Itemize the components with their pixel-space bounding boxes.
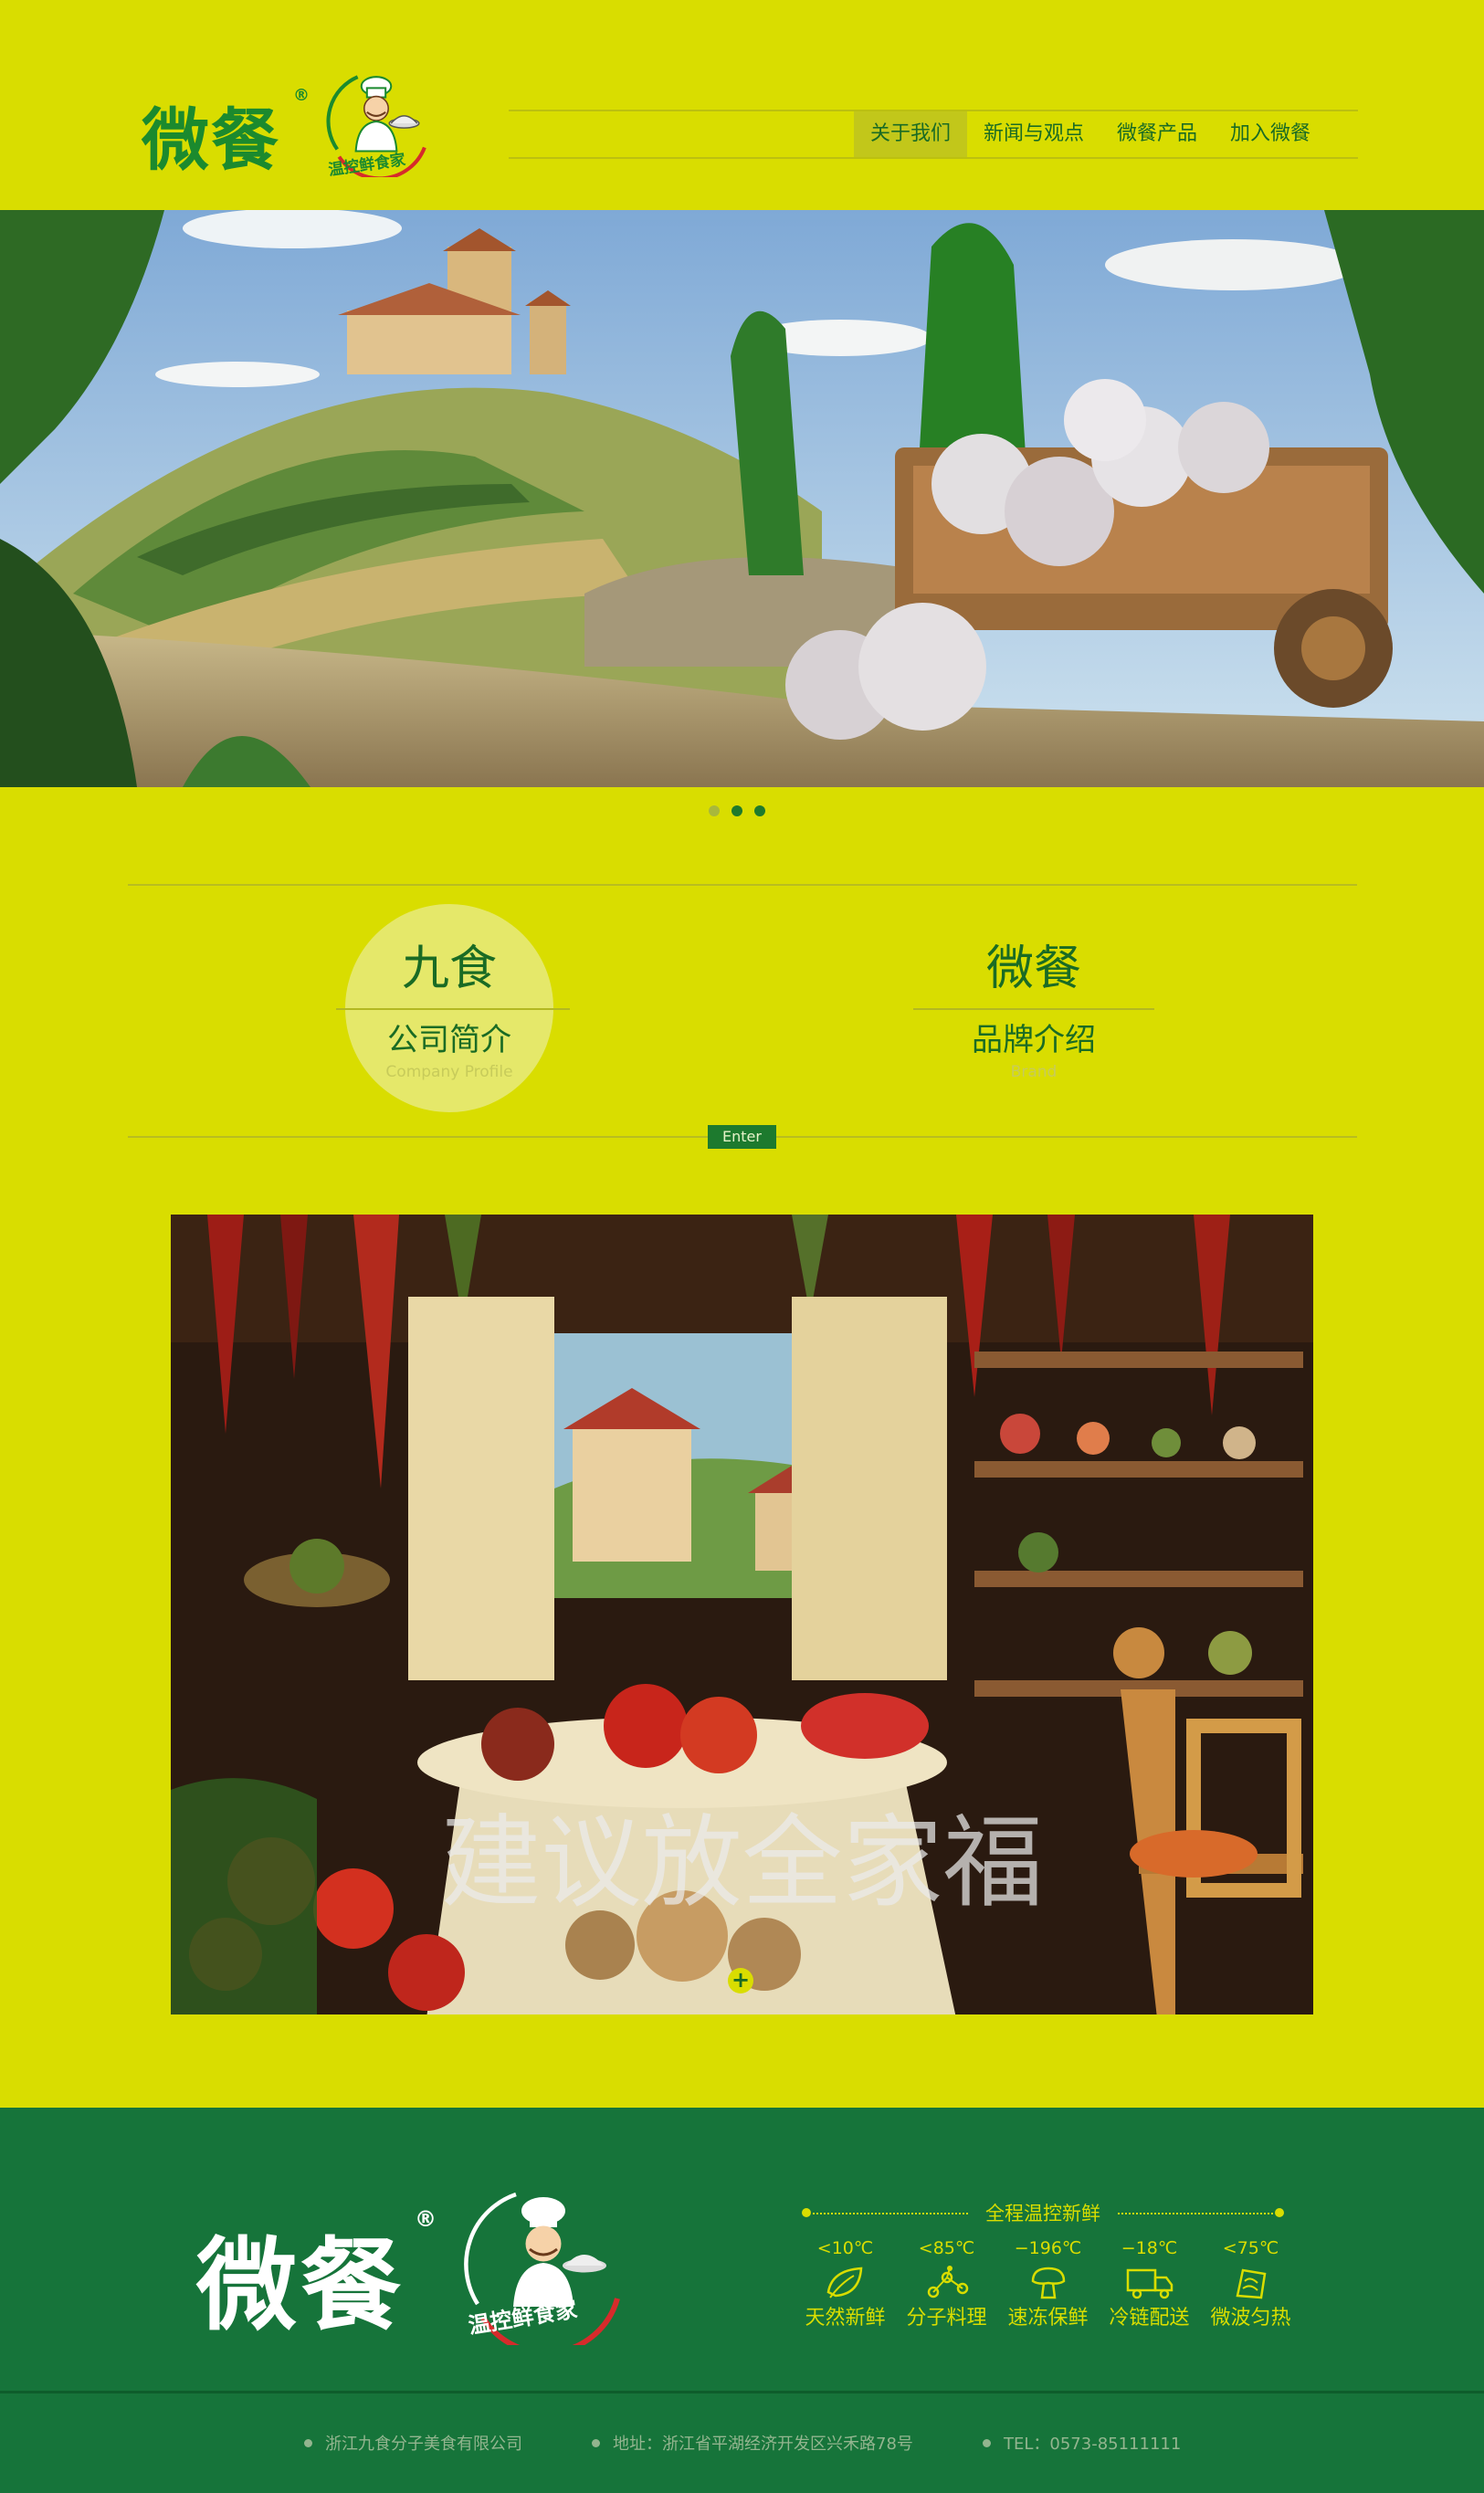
feature-item: <75℃ 微波匀热 [1200,2235,1301,2332]
feature-label: 分子料理 [906,2307,987,2330]
nav-join[interactable]: 加入微餐 [1214,111,1327,157]
address-text: 地址：浙江省平湖经济开发区兴禾路78号 [613,2435,913,2454]
hero-banner[interactable] [0,210,1484,787]
feature-item: −196℃ 速冻保鲜 [997,2235,1099,2332]
carousel-dot[interactable] [709,805,720,816]
footer-registered-mark: ® [415,2206,437,2232]
brand-name: 微餐 [142,101,280,180]
features-list: <10℃ 天然新鲜 <85℃ 分子料理 −196℃ 速冻保鲜 −18℃ 冷链配送… [795,2235,1301,2332]
footer-brand-name: 微餐 [196,2227,405,2344]
title-dot [802,2208,811,2217]
tel-text: TEL：0573-85111111 [1004,2435,1182,2454]
company-subtitle-en: Company Profile [385,1063,513,1081]
company-profile-block[interactable]: 九食 公司简介 Company Profile [294,930,605,1081]
carousel-dot[interactable] [754,805,765,816]
leaf-icon [795,2261,896,2305]
truck-icon [1099,2261,1200,2305]
feature-temp: <75℃ [1222,2238,1279,2258]
feature-label: 天然新鲜 [805,2307,886,2330]
intro-top-rule [128,884,1357,886]
brand-subtitle-en: Brand [1010,1063,1058,1081]
company-title: 九食 [401,941,497,996]
feature-item: <85℃ 分子料理 [896,2235,997,2332]
microwave-icon [1200,2261,1301,2305]
hero-carousel-dots [709,805,765,816]
footer-address: 地址：浙江省平湖经济开发区兴禾路78号 [592,2431,913,2455]
feature-temp: <10℃ [816,2238,874,2258]
feature-temp: −196℃ [1014,2238,1082,2258]
site-footer: 微餐 ® 温控鲜食家 全程温控新鲜 <10℃ 天然新鲜 <85℃ 分子料理 −1… [0,2108,1484,2493]
brand-divider [913,1008,1154,1010]
mushroom-cloud-icon [997,2261,1099,2305]
enter-button[interactable]: Enter [708,1125,776,1149]
hero-landscape-image [0,210,1484,787]
molecule-icon [896,2261,997,2305]
feature-photo[interactable]: 建议放全家福 + [171,1215,1313,2014]
nav-about-us[interactable]: 关于我们 [854,111,968,157]
footer-tel: TEL：0573-85111111 [983,2431,1181,2455]
feature-label: 速冻保鲜 [1007,2307,1089,2330]
carousel-dot[interactable] [731,805,742,816]
footer-company: 浙江九食分子美食有限公司 [304,2431,522,2455]
site-header: 微餐 ® 温控鲜食家 关于我们 新闻与观点 微餐产品 加入微餐 [0,0,1484,210]
main-nav: 关于我们 新闻与观点 微餐产品 加入微餐 [854,111,1327,157]
title-dotted-line [1118,2213,1273,2214]
features-title-row: 全程温控新鲜 [802,2199,1284,2226]
photo-caption: 建议放全家福 [440,1804,1044,1921]
bullet-dot [304,2438,312,2447]
footer-separator [0,2391,1484,2393]
nav-products[interactable]: 微餐产品 [1100,111,1214,157]
expand-plus-icon[interactable]: + [728,1968,753,1993]
company-divider [336,1008,570,1010]
feature-temp: <85℃ [918,2238,975,2258]
bullet-dot [983,2438,991,2447]
brand-intro-block[interactable]: 微餐 品牌介绍 Brand [879,930,1189,1081]
title-dot [1275,2208,1284,2217]
brand-title: 微餐 [985,941,1081,996]
nav-news[interactable]: 新闻与观点 [967,111,1100,157]
brand-subtitle: 品牌介绍 [972,1022,1096,1058]
feature-label: 冷链配送 [1109,2307,1190,2330]
feature-temp: −18℃ [1121,2238,1178,2258]
company-name: 浙江九食分子美食有限公司 [325,2435,522,2454]
registered-mark: ® [293,86,310,105]
features-title: 全程温控新鲜 [985,2203,1100,2225]
feature-label: 微波匀热 [1210,2307,1291,2330]
feature-item: <10℃ 天然新鲜 [795,2235,896,2332]
brand-logo[interactable]: 微餐 ® 温控鲜食家 [142,66,434,180]
title-dotted-line [813,2213,968,2214]
nav-bottom-rule [509,157,1358,159]
bullet-dot [592,2438,600,2447]
company-subtitle: 公司简介 [387,1022,511,1058]
feature-item: −18℃ 冷链配送 [1099,2235,1200,2332]
